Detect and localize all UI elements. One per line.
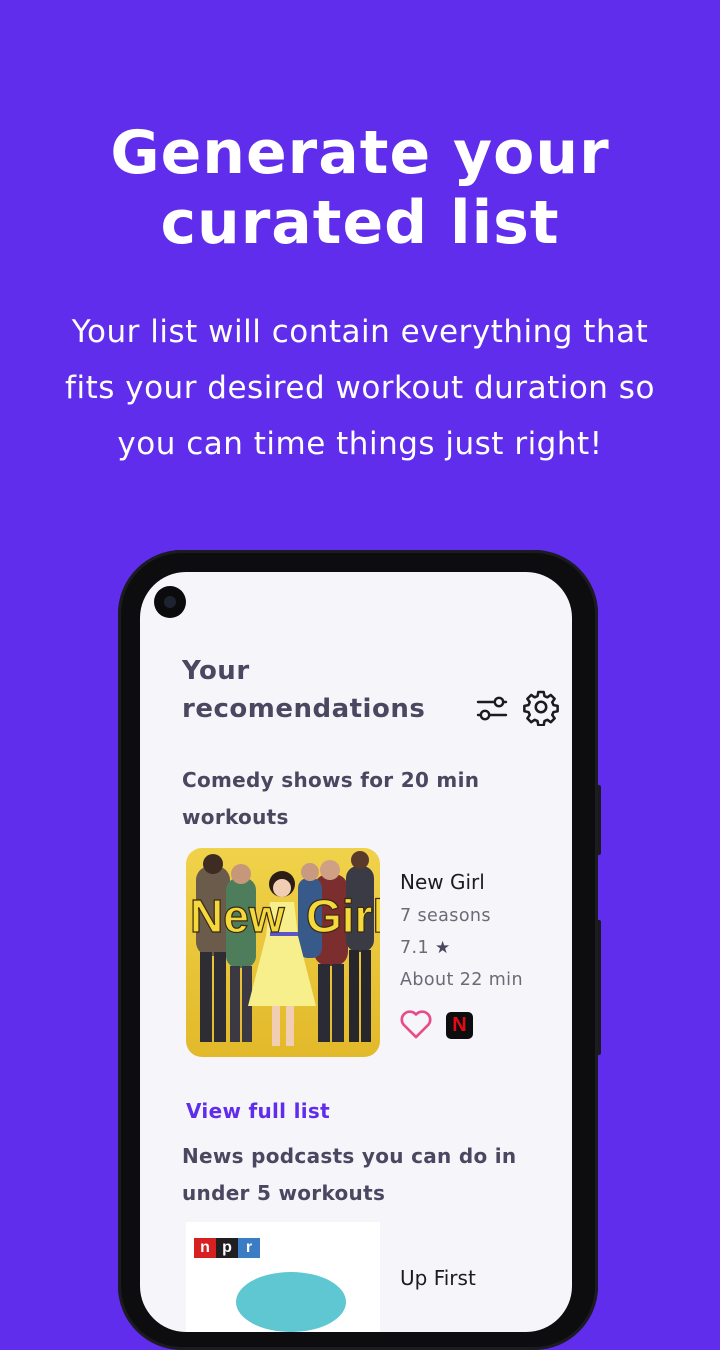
- front-camera: [154, 586, 186, 618]
- section-title-line-1: Comedy shows for 20 min: [182, 768, 480, 792]
- heart-icon[interactable]: [398, 1008, 434, 1040]
- hero-subtext: Your list will contain everything that f…: [30, 304, 690, 472]
- show-seasons: 7 seasons: [400, 906, 491, 926]
- up-first-podcast-art[interactable]: n p r: [186, 1222, 380, 1332]
- subtext-line-3: you can time things just right!: [117, 426, 603, 462]
- view-full-list-link[interactable]: View full list: [186, 1099, 330, 1123]
- subtext-line-2: fits your desired workout duration so: [65, 370, 655, 406]
- show-title[interactable]: New Girl: [400, 870, 485, 894]
- podcast-title[interactable]: Up First: [400, 1266, 476, 1290]
- sliders-icon[interactable]: [474, 690, 510, 726]
- npr-logo-letter: r: [238, 1238, 260, 1258]
- phone-mockup: Your recomendations Comedy shows for 20 …: [118, 550, 598, 1350]
- netflix-icon[interactable]: N: [446, 1012, 473, 1039]
- section-title-news: News podcasts you can do in under 5 work…: [182, 1138, 522, 1212]
- section-title-line-1: News podcasts you can do in: [182, 1144, 517, 1168]
- podcast-art-shape: [236, 1272, 346, 1332]
- subtext-line-1: Your list will contain everything that: [71, 314, 649, 350]
- page-title: Your recomendations: [182, 652, 462, 728]
- section-title-line-2: under 5 workouts: [182, 1181, 386, 1205]
- hero-headline: Generate your curated list: [0, 118, 720, 258]
- npr-logo-letter: p: [216, 1238, 238, 1258]
- section-title-comedy: Comedy shows for 20 min workouts: [182, 762, 522, 836]
- npr-logo: n p r: [194, 1238, 260, 1258]
- new-girl-poster[interactable]: New Girl: [186, 848, 380, 1057]
- poster-title-left: New: [190, 890, 285, 942]
- app-screen: Your recomendations Comedy shows for 20 …: [140, 572, 572, 1332]
- page-title-line-2: recomendations: [182, 694, 426, 724]
- show-duration: About 22 min: [400, 970, 523, 990]
- headline-line-1: Generate your: [110, 118, 610, 188]
- show-rating: 7.1 ★: [400, 938, 451, 958]
- poster-title-right: Girl: [306, 890, 380, 942]
- show-rating-value: 7.1: [400, 938, 430, 958]
- headline-line-2: curated list: [160, 188, 560, 258]
- star-icon: ★: [435, 938, 451, 958]
- npr-logo-letter: n: [194, 1238, 216, 1258]
- section-title-line-2: workouts: [182, 805, 289, 829]
- page-title-line-1: Your: [182, 656, 250, 686]
- gear-icon[interactable]: [522, 688, 559, 727]
- netflix-logo-letter: N: [452, 1014, 467, 1036]
